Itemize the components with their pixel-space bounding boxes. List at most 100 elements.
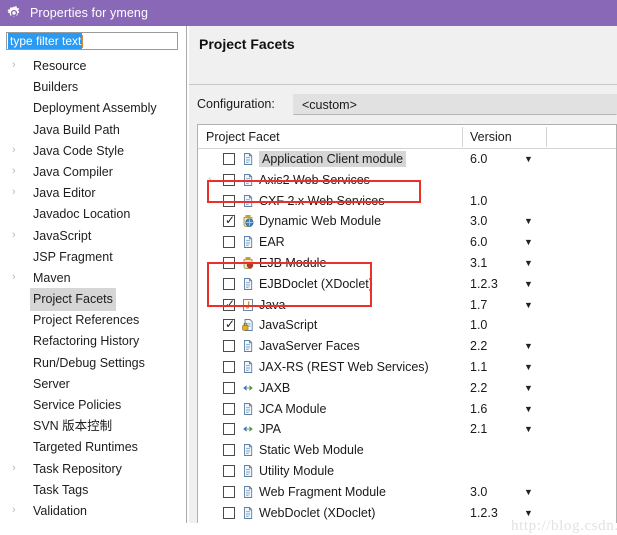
facet-name-text: JPA	[259, 422, 281, 437]
table-row[interactable]: JavaServer Faces 2.2 ▼	[198, 336, 616, 357]
sidebar-item-label: Java Build Path	[33, 122, 120, 137]
chevron-down-icon[interactable]: ▼	[524, 149, 533, 170]
sidebar-item-deployment-assembly[interactable]: Deployment Assembly	[0, 97, 186, 118]
chevron-down-icon[interactable]: ▼	[524, 274, 533, 295]
table-row[interactable]: EJBDoclet (XDoclet) 1.2.3 ▼	[198, 274, 616, 295]
table-row[interactable]: EJB Module 3.1 ▼	[198, 253, 616, 274]
table-row[interactable]: JAX-RS (REST Web Services) 1.1 ▼	[198, 357, 616, 378]
table-row[interactable]: ✓ Java 1.7 ▼	[198, 295, 616, 316]
configuration-dropdown[interactable]: <custom>	[293, 94, 617, 115]
facet-name: JCA Module	[259, 399, 326, 420]
facet-version: 1.2.3	[470, 276, 498, 291]
sidebar-item-label: JSP Fragment	[33, 249, 113, 264]
facet-checkbox[interactable]: ✓	[223, 318, 235, 332]
facet-checkbox[interactable]	[223, 256, 235, 269]
table-row[interactable]: JPA 2.1 ▼	[198, 419, 616, 440]
facet-checkbox[interactable]	[223, 381, 235, 394]
chevron-down-icon[interactable]: ▼	[524, 357, 533, 378]
chevron-down-icon[interactable]: ▼	[524, 295, 533, 316]
chevron-right-icon[interactable]: ›	[12, 267, 16, 288]
sidebar-item-server[interactable]: Server	[0, 373, 186, 394]
facet-name: EJBDoclet (XDoclet)	[259, 274, 373, 295]
sidebar-item-java-compiler[interactable]: › Java Compiler	[0, 161, 186, 182]
table-row[interactable]: › Axis2 Web Services	[198, 170, 616, 191]
sidebar-item-builders[interactable]: Builders	[0, 76, 186, 97]
table-row[interactable]: ✓ JavaScript 1.0	[198, 315, 616, 336]
column-header-version[interactable]: Version	[470, 125, 512, 149]
sidebar-item-java-code-style[interactable]: › Java Code Style	[0, 140, 186, 161]
table-row[interactable]: Application Client module 6.0 ▼	[198, 149, 616, 170]
search-input[interactable]: type filter text	[6, 32, 178, 50]
table-row[interactable]: Web Fragment Module 3.0 ▼	[198, 482, 616, 503]
facet-checkbox[interactable]: ✓	[223, 213, 236, 228]
sidebar-item-refactoring-history[interactable]: Refactoring History	[0, 330, 186, 351]
facet-checkbox[interactable]	[223, 194, 235, 207]
column-divider-1[interactable]	[462, 127, 463, 147]
chevron-right-icon[interactable]: ›	[208, 170, 212, 191]
facet-checkbox[interactable]	[223, 506, 235, 519]
chevron-right-icon[interactable]: ›	[12, 225, 16, 246]
chevron-right-icon[interactable]: ›	[12, 458, 16, 479]
chevron-down-icon[interactable]: ▼	[524, 419, 533, 440]
gear-icon	[6, 5, 22, 21]
arrows-icon	[241, 381, 255, 395]
sidebar-item-targeted-runtimes[interactable]: Targeted Runtimes	[0, 436, 186, 457]
facet-name: Axis2 Web Services	[259, 170, 370, 191]
sidebar-item-jsp-fragment[interactable]: JSP Fragment	[0, 246, 186, 267]
chevron-down-icon[interactable]: ▼	[524, 253, 533, 274]
chevron-down-icon[interactable]: ▼	[524, 378, 533, 399]
facet-checkbox[interactable]	[223, 360, 235, 373]
sidebar-item-java-build-path[interactable]: Java Build Path	[0, 119, 186, 140]
facet-checkbox[interactable]	[223, 340, 235, 353]
chevron-right-icon[interactable]: ›	[12, 140, 16, 161]
facet-checkbox[interactable]	[223, 444, 235, 457]
preferences-tree[interactable]: › Resource Builders Deployment Assembly Java…	[0, 55, 186, 523]
sidebar-item-javascript[interactable]: › JavaScript	[0, 225, 186, 246]
chevron-down-icon[interactable]: ▼	[524, 336, 533, 357]
sidebar-item-maven[interactable]: › Maven	[0, 267, 186, 288]
sidebar-item-validation[interactable]: › Validation	[0, 500, 186, 521]
chevron-right-icon[interactable]: ›	[12, 55, 16, 76]
sidebar-item-resource[interactable]: › Resource	[0, 55, 186, 76]
facet-checkbox[interactable]: ✓	[223, 298, 235, 311]
facet-checkbox[interactable]	[223, 485, 235, 498]
sidebar-item-label: Validation	[33, 503, 87, 518]
chevron-down-icon[interactable]: ▼	[524, 232, 533, 253]
facet-checkbox[interactable]	[223, 402, 235, 415]
sidebar-item-javadoc-location[interactable]: Javadoc Location	[0, 203, 186, 224]
sidebar-item-run-debug-settings[interactable]: Run/Debug Settings	[0, 352, 186, 373]
table-row[interactable]: Static Web Module	[198, 440, 616, 461]
sidebar-item-service-policies[interactable]: Service Policies	[0, 394, 186, 415]
facet-checkbox[interactable]	[223, 464, 235, 477]
chevron-right-icon[interactable]: ›	[12, 161, 16, 182]
column-divider-2[interactable]	[546, 127, 547, 147]
facet-checkbox[interactable]	[223, 277, 235, 290]
chevron-down-icon[interactable]: ▼	[524, 399, 533, 420]
facet-name: Web Fragment Module	[259, 482, 386, 503]
sidebar-item-task-tags[interactable]: Task Tags	[0, 479, 186, 500]
table-row[interactable]: CXF 2.x Web Services 1.0	[198, 191, 616, 212]
table-row[interactable]: JCA Module 1.6 ▼	[198, 399, 616, 420]
chevron-right-icon[interactable]: ›	[12, 182, 16, 203]
sidebar-item-task-repository[interactable]: › Task Repository	[0, 458, 186, 479]
facets-table[interactable]: Project Facet Version Application Client…	[197, 124, 617, 523]
column-header-facet[interactable]: Project Facet	[206, 125, 280, 149]
chevron-right-icon[interactable]: ›	[12, 500, 16, 521]
facet-checkbox[interactable]	[223, 236, 235, 249]
check-icon: ✓	[225, 213, 236, 228]
table-row[interactable]: JAXB 2.2 ▼	[198, 378, 616, 399]
watermark-text: http://blog.csdn.net/qing_gee	[511, 518, 617, 534]
sidebar-item-label: Javadoc Location	[33, 207, 131, 222]
sidebar-item-project-facets[interactable]: Project Facets	[0, 288, 186, 312]
chevron-down-icon[interactable]: ▼	[524, 211, 533, 232]
sidebar-item-svn-版本控制[interactable]: SVN 版本控制	[0, 415, 186, 436]
table-row[interactable]: ✓ Dynamic Web Module 3.0 ▼	[198, 211, 616, 232]
chevron-down-icon[interactable]: ▼	[524, 482, 533, 503]
facet-checkbox[interactable]	[223, 173, 235, 186]
facet-checkbox[interactable]	[223, 423, 235, 436]
facet-checkbox[interactable]	[223, 153, 235, 165]
table-row[interactable]: EAR 6.0 ▼	[198, 232, 616, 253]
sidebar-item-project-references[interactable]: Project References	[0, 309, 186, 330]
sidebar-item-java-editor[interactable]: › Java Editor	[0, 182, 186, 203]
table-row[interactable]: Utility Module	[198, 461, 616, 482]
